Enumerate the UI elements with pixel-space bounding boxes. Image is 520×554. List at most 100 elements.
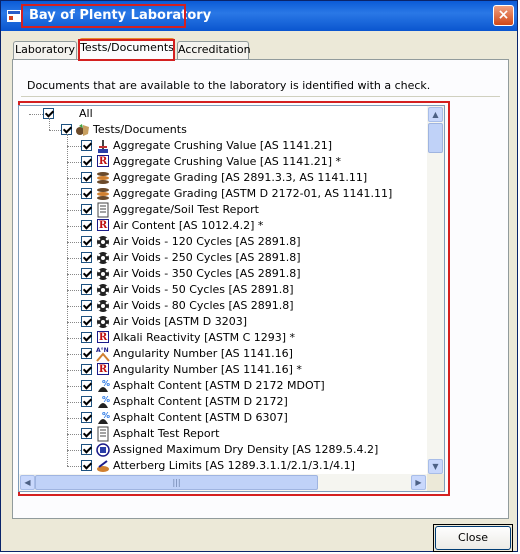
item-checkbox[interactable] [81, 364, 92, 375]
dialog-window: Bay of Plenty Laboratory × Laboratory Te… [0, 0, 518, 552]
tree-connector [67, 322, 81, 323]
item-checkbox[interactable] [81, 172, 92, 183]
svg-text:A°N: A°N [96, 347, 109, 354]
tree-connector [67, 386, 81, 387]
density-icon [95, 442, 111, 458]
tree-item-label: Air Voids - 350 Cycles [AS 2891.8] [113, 267, 301, 280]
tree-item-label: Aggregate Grading [ASTM D 2172-01, AS 11… [113, 187, 393, 200]
tree-connector [67, 418, 81, 419]
r-icon: R [97, 363, 109, 375]
window-close-button[interactable]: × [493, 5, 514, 26]
horizontal-scrollbar[interactable]: ◀ ||| ▶ [19, 474, 427, 491]
tests-documents-icon [76, 124, 89, 136]
svg-text:%: % [102, 395, 110, 404]
tree-connector [67, 162, 81, 163]
r-icon: R [97, 331, 109, 343]
tree-connector [67, 274, 81, 275]
horizontal-scroll-thumb[interactable]: ||| [35, 475, 318, 490]
tab-laboratory[interactable]: Laboratory [13, 41, 77, 59]
tree-connector [67, 434, 81, 435]
tree-connector [67, 466, 81, 467]
gear-icon [95, 314, 111, 330]
tree-item-label: Air Voids - 250 Cycles [AS 2891.8] [113, 251, 301, 264]
tree-connector [67, 210, 81, 211]
item-checkbox[interactable] [81, 396, 92, 407]
item-checkbox[interactable] [81, 348, 92, 359]
item-checkbox[interactable] [81, 412, 92, 423]
tree-connector [67, 306, 81, 307]
tree-item-label: Aggregate Crushing Value [AS 1141.21] [113, 139, 333, 152]
tree-item-label: Air Content [AS 1012.4.2] * [113, 219, 264, 232]
item-checkbox[interactable] [81, 140, 92, 151]
item-checkbox[interactable] [81, 188, 92, 199]
item-checkbox[interactable] [81, 236, 92, 247]
tree-connector [67, 354, 81, 355]
item-checkbox[interactable] [81, 300, 92, 311]
item-checkbox[interactable] [81, 268, 92, 279]
item-checkbox[interactable] [81, 428, 92, 439]
scroll-down-button[interactable]: ▼ [428, 459, 443, 474]
separator [21, 96, 500, 97]
angularity-icon: A°N [95, 346, 111, 362]
title-bar[interactable]: Bay of Plenty Laboratory × [1, 1, 517, 31]
gear-icon [95, 234, 111, 250]
item-checkbox[interactable] [81, 252, 92, 263]
item-checkbox[interactable] [81, 316, 92, 327]
tree-connector [67, 402, 81, 403]
tree-connector [67, 290, 81, 291]
tree-connector [67, 242, 81, 243]
tree-item-label: Air Voids - 80 Cycles [AS 2891.8] [113, 299, 294, 312]
scroll-up-button[interactable]: ▲ [428, 107, 443, 122]
documents-tree[interactable]: All Tests/Documents Aggregate Crushing V… [18, 105, 445, 492]
tab-accreditation[interactable]: Accreditation [177, 41, 251, 59]
r-icon: R [97, 155, 109, 167]
tree-node-label: All [79, 107, 93, 120]
r-icon: R [97, 219, 109, 231]
item-checkbox[interactable] [81, 380, 92, 391]
gear-icon [95, 250, 111, 266]
tree-item-label: Asphalt Test Report [113, 427, 220, 440]
item-checkbox[interactable] [81, 332, 92, 343]
info-text: Documents that are available to the labo… [27, 79, 431, 92]
tree-item-label: Angularity Number [AS 1141.16] [113, 347, 293, 360]
tree-connector [67, 178, 81, 179]
grading-icon [95, 186, 111, 202]
gear-icon [95, 266, 111, 282]
tree-node-label: Tests/Documents [93, 123, 187, 136]
svg-text:%: % [102, 411, 110, 420]
crushing-icon [95, 138, 111, 154]
atterberg-icon [95, 458, 111, 474]
tree-connector [67, 146, 81, 147]
scroll-left-button[interactable]: ◀ [20, 475, 35, 490]
title-highlight-box [21, 4, 186, 28]
item-checkbox[interactable] [81, 204, 92, 215]
item-checkbox[interactable] [81, 156, 92, 167]
tree-item-label: Angularity Number [AS 1141.16] * [113, 363, 302, 376]
close-button[interactable]: Close [435, 526, 511, 550]
tree-item-label: Asphalt Content [ASTM D 2172 MDOT] [113, 379, 325, 392]
item-checkbox[interactable] [81, 444, 92, 455]
tree-connector [67, 338, 81, 339]
tree-connector [67, 258, 81, 259]
vertical-scroll-thumb[interactable] [428, 123, 443, 153]
tree-connector [67, 370, 81, 371]
item-checkbox[interactable] [81, 284, 92, 295]
percent-icon: % [95, 394, 111, 410]
tree-item-label: Air Voids - 50 Cycles [AS 2891.8] [113, 283, 294, 296]
scroll-right-button[interactable]: ▶ [411, 475, 426, 490]
tree-connector [49, 118, 50, 130]
tree-item-label: Atterberg Limits [AS 1289.3.1.1/2.1/3.1/… [113, 459, 355, 472]
report-icon [95, 202, 111, 218]
vertical-scrollbar[interactable]: ▲ ▼ [427, 106, 444, 475]
gear-icon [95, 282, 111, 298]
tab-highlight-box [78, 39, 175, 61]
tree-connector [67, 226, 81, 227]
report-icon [95, 426, 111, 442]
tree-item-label: Aggregate Crushing Value [AS 1141.21] * [113, 155, 341, 168]
window-icon [7, 10, 21, 22]
item-checkbox[interactable] [81, 460, 92, 471]
tree-item-label: Asphalt Content [ASTM D 6307] [113, 411, 288, 424]
tree-item-label: Air Voids [ASTM D 3203] [113, 315, 248, 328]
tree-connector [67, 134, 68, 466]
item-checkbox[interactable] [81, 220, 92, 231]
